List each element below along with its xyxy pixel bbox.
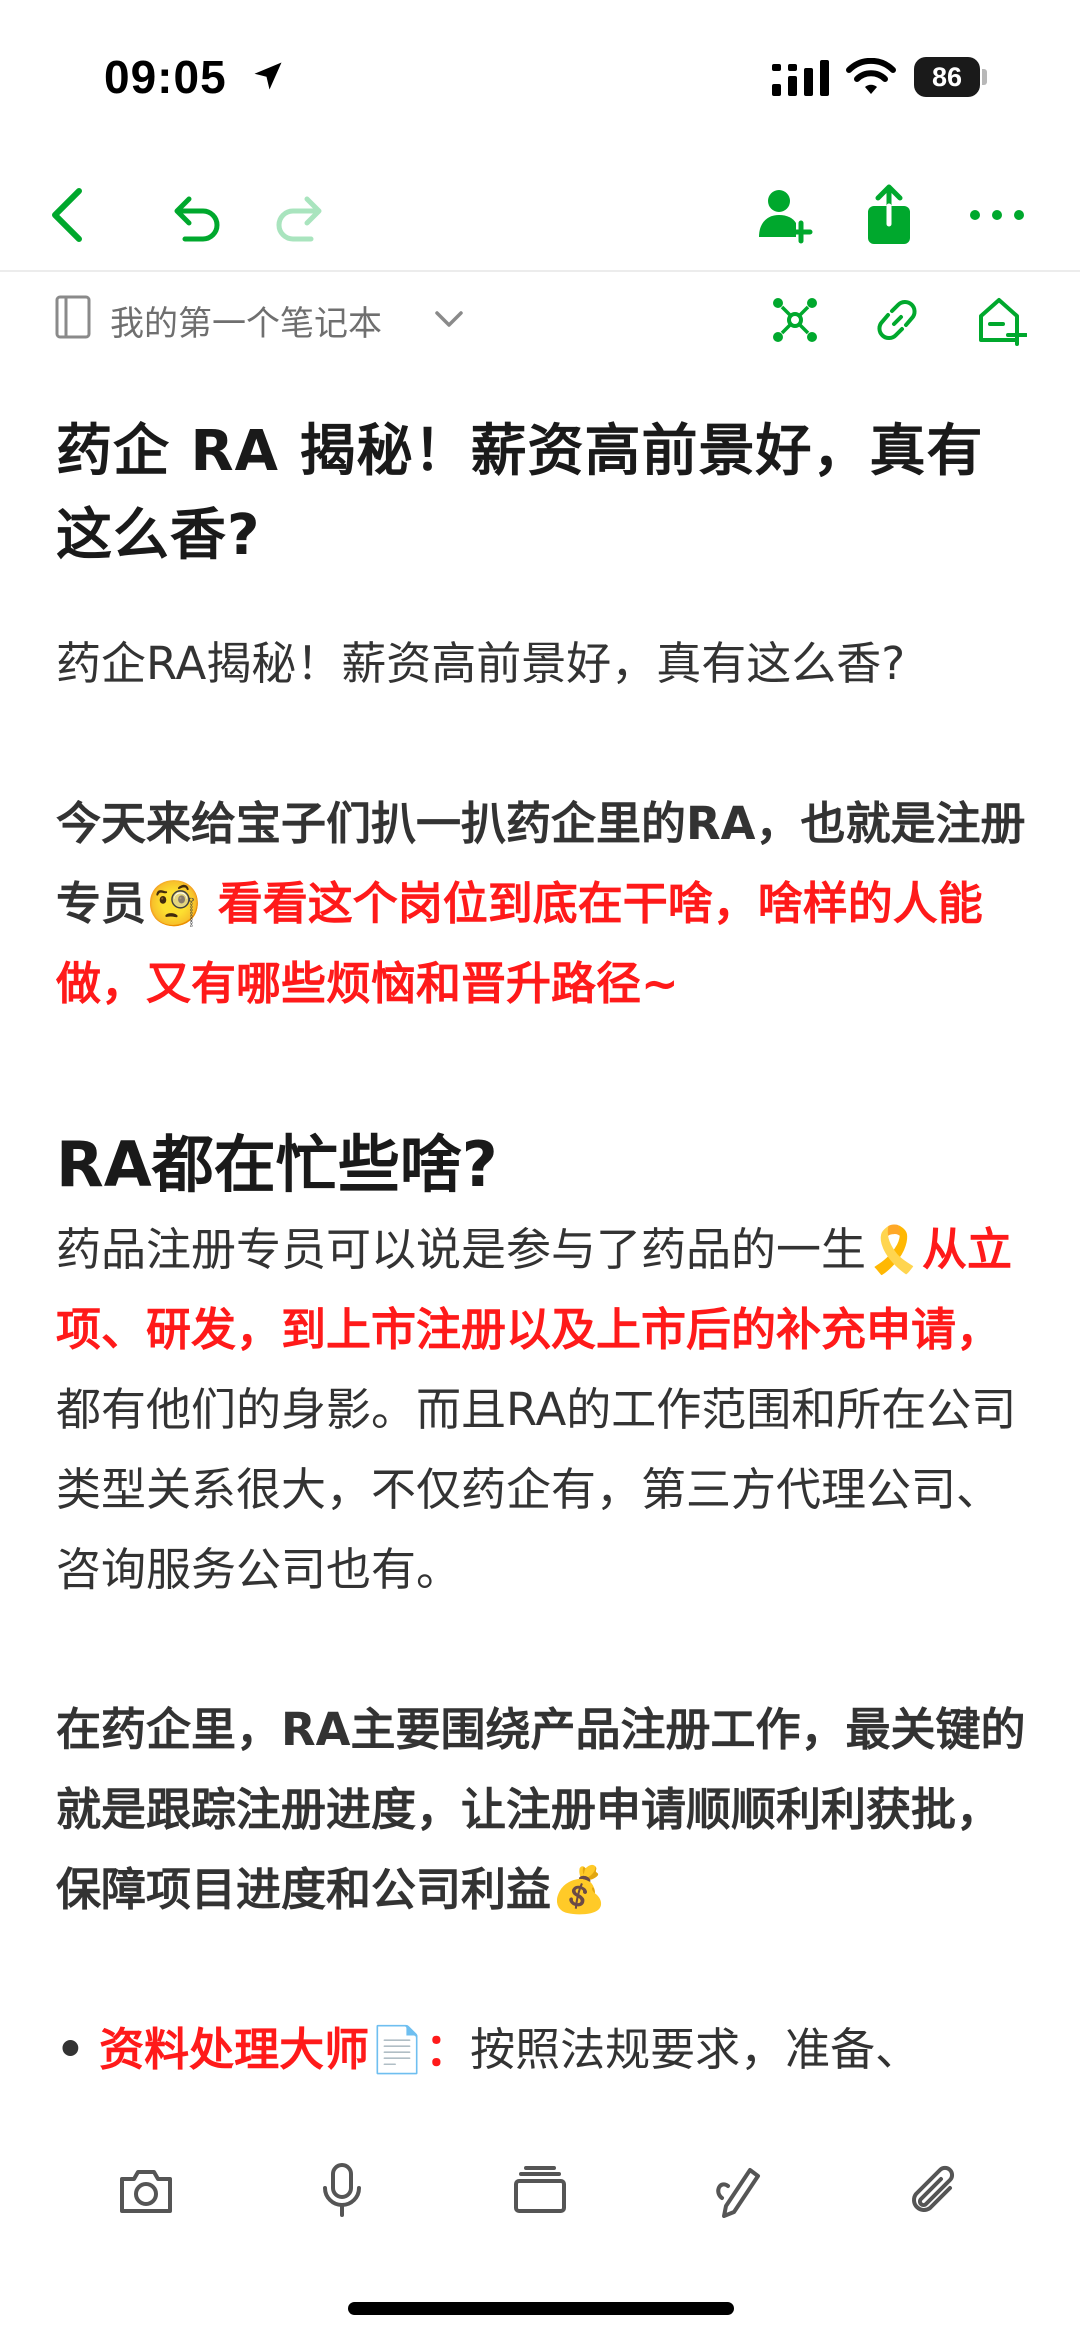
undo-button[interactable]	[150, 160, 240, 270]
notebook-icon	[55, 295, 91, 339]
paragraph-1: 今天来给宝子们扒一扒药企里的RA，也就是注册专员🧐 看看这个岗位到底在干啥，啥样…	[56, 784, 1026, 1024]
note-content[interactable]: 药企 RA 揭秘！薪资高前景好，真有这么香? 药企RA揭秘！薪资高前景好，真有这…	[56, 410, 1026, 2090]
share-user-icon	[759, 190, 813, 244]
location-arrow-icon	[254, 62, 282, 90]
paragraph-3: 在药企里，RA主要围绕产品注册工作，最关键的就是跟踪注册进度，让注册申请顺顺利利…	[56, 1690, 1026, 1930]
battery-cap	[982, 69, 987, 85]
more-button[interactable]	[952, 160, 1042, 270]
bullet-item: • 资料处理大师📄：按照法规要求，准备、	[56, 2010, 1026, 2090]
back-icon	[52, 188, 82, 242]
share-user-button[interactable]	[740, 160, 830, 270]
notebook-row: 我的第一个笔记本	[0, 280, 1080, 360]
undo-icon	[174, 196, 220, 242]
battery-level: 86	[931, 61, 963, 92]
camera-button[interactable]	[96, 2130, 196, 2250]
camera-icon	[120, 2170, 172, 2213]
bullet-mark: •	[56, 2023, 85, 2076]
pen-button[interactable]	[688, 2130, 788, 2250]
monocle-face-emoji: 🧐	[146, 877, 203, 930]
mind-map-button[interactable]	[760, 280, 830, 360]
note-editor-screen: 09:05 86 我的第一个笔记本 药企 RA 揭秘！薪资高前景好，真有这么香?…	[0, 0, 1080, 2341]
toolbar-divider	[0, 270, 1080, 272]
pen-icon	[716, 2168, 760, 2218]
status-bar: 09:05 86	[0, 0, 1080, 150]
status-time: 09:05	[104, 51, 227, 103]
bullet-colon: ：	[425, 2023, 471, 2076]
microphone-button[interactable]	[292, 2130, 392, 2250]
paragraph-2-text: 药品注册专员可以说是参与了药品的一生	[56, 1223, 867, 1276]
section-heading: RA都在忙些啥?	[56, 1128, 498, 1201]
battery-icon: 86	[914, 57, 980, 97]
ribbon-emoji: 🎗️	[866, 1223, 923, 1276]
templates-button[interactable]	[490, 2130, 590, 2250]
attachment-icon	[912, 2165, 955, 2212]
attachment-button[interactable]	[884, 2130, 984, 2250]
money-bag-emoji: 💰	[551, 1863, 608, 1916]
link-icon	[877, 299, 917, 341]
back-button[interactable]	[22, 160, 112, 270]
bullet-highlight: 资料处理大师	[99, 2023, 370, 2076]
chevron-down-icon[interactable]	[432, 304, 466, 334]
export-icon	[868, 184, 910, 244]
bullet-text: 按照法规要求，准备、	[470, 2023, 921, 2076]
paragraph-2: 药品注册专员可以说是参与了药品的一生🎗️从立项、研发，到上市注册以及上市后的补充…	[56, 1210, 1026, 1610]
home-indicator	[348, 2302, 734, 2315]
editor-toolbar	[0, 160, 1080, 270]
paragraph-3-bold: 在药企里，RA主要围绕产品注册工作，最关键的就是跟踪注册进度，让注册申请顺顺利利…	[56, 1703, 1026, 1916]
note-title[interactable]: 药企 RA 揭秘！薪资高前景好，真有这么香?	[56, 410, 1026, 578]
more-icon	[970, 210, 1024, 220]
bottom-toolbar	[0, 2130, 1080, 2250]
link-button[interactable]	[862, 280, 932, 360]
microphone-icon	[323, 2163, 361, 2217]
notebook-selector[interactable]: 我的第一个笔记本	[110, 296, 382, 345]
home-add-icon	[979, 298, 1027, 346]
note-intro: 药企RA揭秘！薪资高前景好，真有这么香?	[56, 637, 906, 690]
document-emoji: 📄	[369, 2023, 426, 2076]
redo-icon	[276, 196, 322, 242]
paragraph-2-rest: 都有他们的身影。而且RA的工作范围和所在公司类型关系很大，不仅药企有，第三方代理…	[56, 1383, 1017, 1596]
home-add-button[interactable]	[966, 280, 1036, 360]
export-button[interactable]	[844, 160, 934, 270]
templates-icon	[514, 2166, 566, 2213]
redo-button[interactable]	[256, 160, 346, 270]
wifi-icon	[846, 58, 896, 94]
signal-icon	[772, 60, 829, 96]
mind-map-icon	[773, 298, 817, 342]
